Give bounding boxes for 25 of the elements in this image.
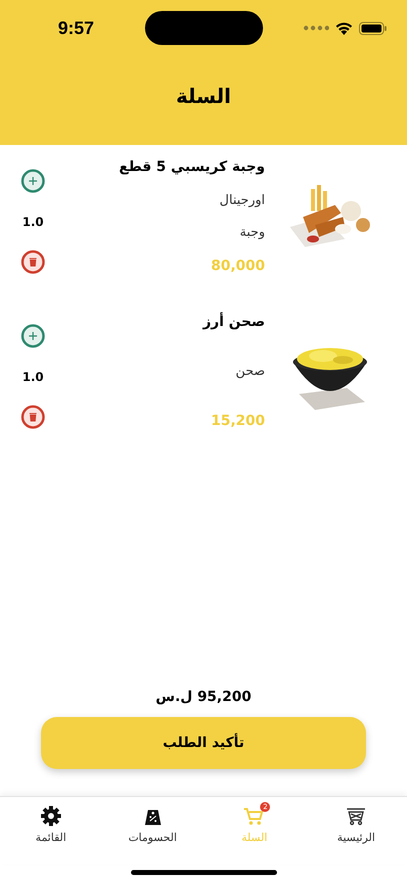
item-detail: اورجينال: [220, 192, 265, 208]
wifi-icon: [335, 21, 353, 35]
tab-item[interactable]: الرئيسية: [311, 805, 402, 864]
signal-icon: [303, 25, 329, 31]
tab-item[interactable]: القائمة: [6, 805, 96, 864]
cart-icon[interactable]: [243, 805, 266, 827]
add-icon[interactable]: [21, 324, 45, 348]
tab-item[interactable]: الحسومات: [108, 805, 198, 864]
settings-icon[interactable]: [40, 805, 62, 827]
item-price: 15,200: [210, 413, 265, 429]
item-name: صحن أرز: [202, 314, 265, 330]
quantity-text: 1.0: [22, 214, 44, 228]
battery-icon: [359, 22, 387, 34]
total-price: 95,200 ل.س: [156, 689, 252, 705]
item-detail: صحن: [236, 364, 265, 379]
confirm-button[interactable]: تأكيد الطلب: [41, 717, 366, 769]
trash-icon[interactable]: [21, 405, 45, 429]
item-name: وجبة كريسبي 5 قطع: [119, 159, 265, 175]
item-detail: وجبة: [240, 225, 265, 240]
status-time: 9:57: [58, 18, 94, 38]
page-title: السلة: [176, 84, 231, 108]
trash-icon[interactable]: [21, 250, 45, 274]
add-icon[interactable]: [21, 169, 45, 193]
quantity-text: 1.0: [22, 370, 44, 384]
item-price: 80,000: [210, 258, 265, 274]
